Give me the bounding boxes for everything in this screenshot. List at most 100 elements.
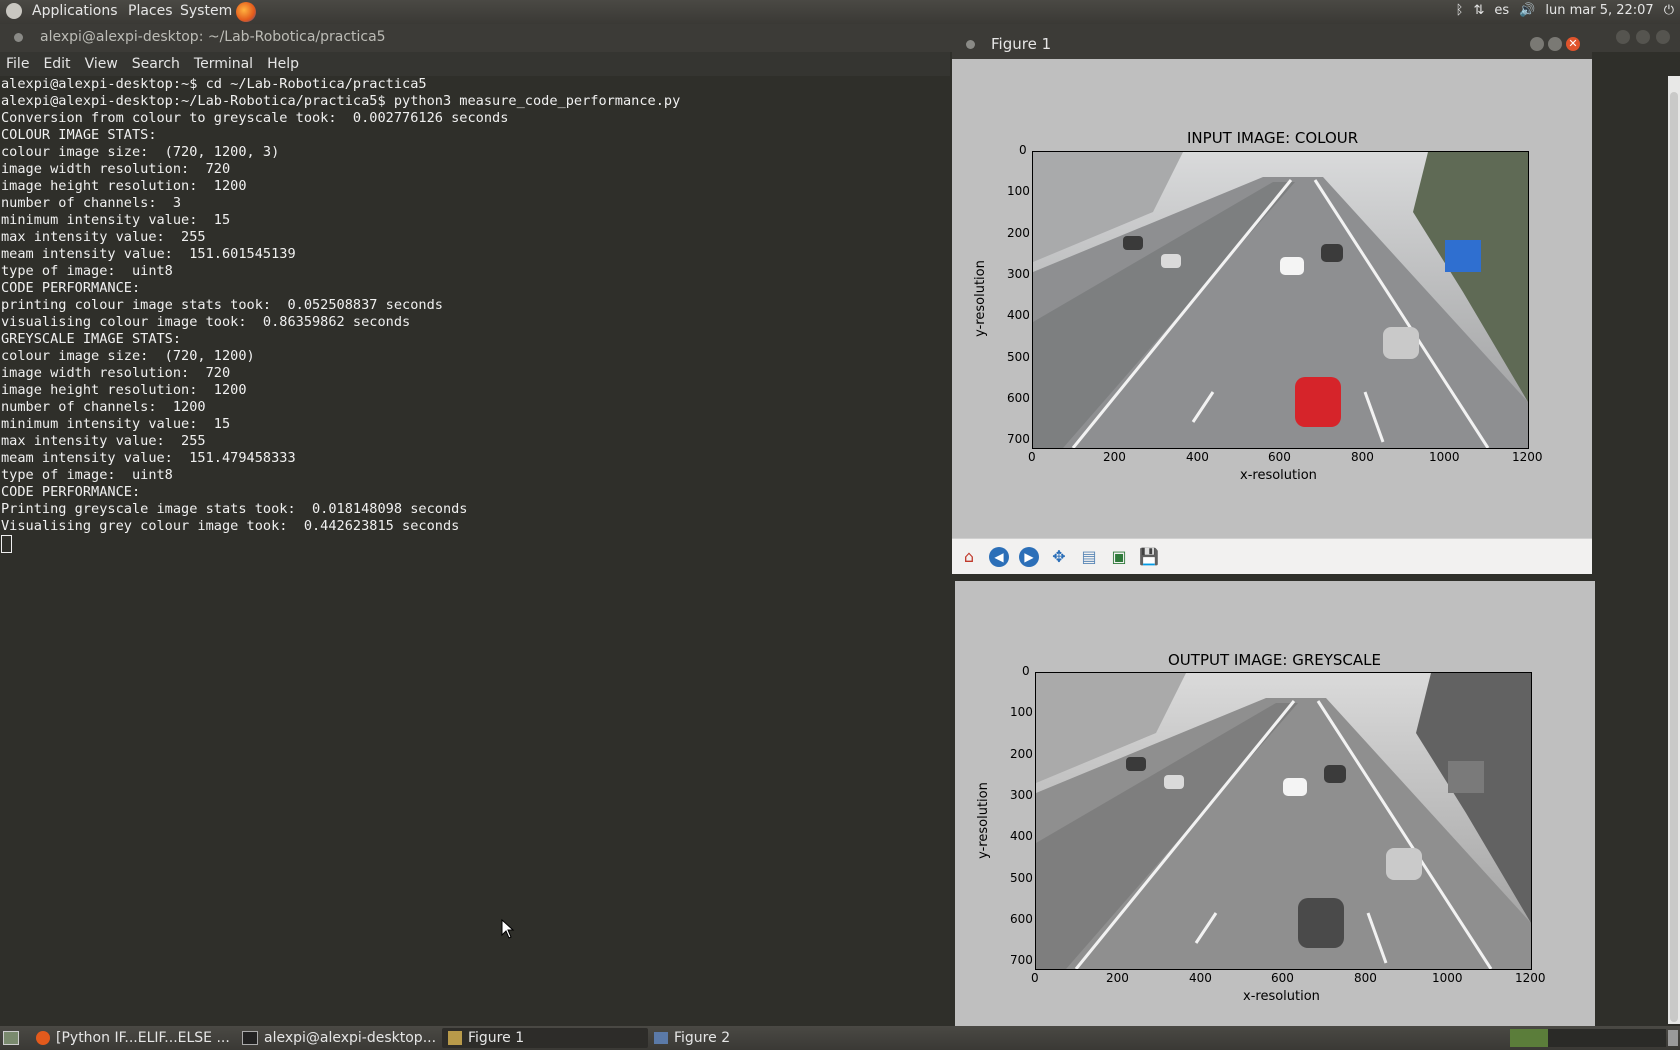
- terminal-scrollbar-thumb[interactable]: [1670, 92, 1678, 1022]
- terminal-menubar: File Edit View Search Terminal Help: [0, 52, 950, 76]
- terminal-minimize-button[interactable]: [1616, 30, 1630, 44]
- y-tick: 400: [1007, 308, 1030, 322]
- terminal-cursor-line: [1, 535, 951, 553]
- x-tick: 1200: [1515, 971, 1546, 985]
- figure1-toolbar: ⌂ ◀ ▶ ✥ ▤ ▣ 💾: [952, 538, 1592, 574]
- menu-terminal[interactable]: Terminal: [194, 56, 253, 72]
- taskbar-item-firefox[interactable]: [Python IF...ELIF...ELSE ...: [30, 1028, 236, 1048]
- terminal-line: GREYSCALE IMAGE STATS:: [1, 331, 182, 347]
- terminal-line: image width resolution: 720: [1, 161, 231, 177]
- taskbar-item-label: Figure 2: [674, 1030, 731, 1046]
- mouse-pointer-icon: [501, 919, 515, 939]
- terminal-line: Visualising grey colour image took: 0.44…: [1, 518, 460, 534]
- terminal-line: alexpi@alexpi-desktop:~$ cd ~/Lab-Roboti…: [1, 76, 427, 92]
- figure1-ylabel: y-resolution: [972, 260, 988, 337]
- terminal-line: image height resolution: 1200: [1, 382, 247, 398]
- figure2-canvas[interactable]: OUTPUT IMAGE: GREYSCALE 0 100 200 300 40…: [955, 581, 1595, 1026]
- terminal-line: colour image size: (720, 1200, 3): [1, 144, 280, 160]
- terminal-line: CODE PERFORMANCE:: [1, 484, 141, 500]
- y-tick: 100: [1007, 184, 1030, 198]
- back-icon[interactable]: ◀: [986, 544, 1012, 570]
- network-icon[interactable]: ⇅: [1473, 3, 1484, 18]
- taskbar-item-figure2[interactable]: Figure 2: [648, 1028, 854, 1048]
- taskbar-item-label: alexpi@alexpi-desktop...: [264, 1030, 437, 1046]
- terminal-line: colour image size: (720, 1200): [1, 348, 255, 364]
- bluetooth-icon[interactable]: ᛒ: [1456, 3, 1464, 18]
- pan-icon[interactable]: ✥: [1046, 544, 1072, 570]
- text-cursor: [1, 535, 12, 553]
- x-tick: 1200: [1512, 450, 1543, 464]
- terminal-line: visualising colour image took: 0.8635986…: [1, 314, 411, 330]
- taskbar-item-terminal[interactable]: alexpi@alexpi-desktop...: [236, 1028, 442, 1048]
- ubuntu-logo-icon[interactable]: [6, 3, 22, 19]
- figure1-canvas[interactable]: INPUT IMAGE: COLOUR 0 100 200 300 400 50…: [952, 59, 1592, 538]
- terminal-line: alexpi@alexpi-desktop:~/Lab-Robotica/pra…: [1, 93, 681, 109]
- terminal-line: image height resolution: 1200: [1, 178, 247, 194]
- applications-menu[interactable]: Applications: [32, 3, 118, 19]
- menu-search[interactable]: Search: [132, 56, 180, 72]
- firefox-icon[interactable]: [236, 2, 256, 22]
- y-tick: 400: [1010, 829, 1033, 843]
- configure-subplots-icon[interactable]: ▤: [1076, 544, 1102, 570]
- terminal-output[interactable]: alexpi@alexpi-desktop:~$ cd ~/Lab-Roboti…: [0, 76, 951, 1024]
- workspace-switcher[interactable]: [1510, 1029, 1666, 1047]
- show-desktop-icon[interactable]: [3, 1031, 19, 1045]
- keyboard-layout-indicator[interactable]: es: [1494, 3, 1509, 18]
- terminal-line: meam intensity value: 151.479458333: [1, 450, 296, 466]
- window-menu-icon[interactable]: [14, 33, 23, 42]
- figure1-titlebar[interactable]: Figure 1 ✕: [952, 30, 1592, 59]
- terminal-line: meam intensity value: 151.601545139: [1, 246, 296, 262]
- window-menu-icon[interactable]: [966, 40, 975, 49]
- save-icon[interactable]: 💾: [1136, 544, 1162, 570]
- x-tick: 600: [1271, 971, 1294, 985]
- terminal-line: type of image: uint8: [1, 263, 173, 279]
- forward-icon[interactable]: ▶: [1016, 544, 1042, 570]
- terminal-line: Conversion from colour to greyscale took…: [1, 110, 509, 126]
- y-tick: 600: [1010, 912, 1033, 926]
- colour-road-image: [1032, 151, 1529, 449]
- x-tick: 200: [1103, 450, 1126, 464]
- trash-icon[interactable]: [1668, 1030, 1678, 1046]
- clock[interactable]: lun mar 5, 22:07: [1545, 3, 1653, 18]
- x-tick: 400: [1189, 971, 1212, 985]
- x-tick: 1000: [1432, 971, 1463, 985]
- x-tick: 0: [1028, 450, 1036, 464]
- figure2-plot-title: OUTPUT IMAGE: GREYSCALE: [1168, 651, 1381, 669]
- terminal-line: type of image: uint8: [1, 467, 173, 483]
- x-tick: 400: [1186, 450, 1209, 464]
- top-panel: Applications Places System ᛒ ⇅ es 🔊 lun …: [0, 0, 1680, 24]
- terminal-icon: [242, 1031, 258, 1045]
- edit-axis-icon[interactable]: ▣: [1106, 544, 1132, 570]
- menu-view[interactable]: View: [85, 56, 118, 72]
- workspace-1[interactable]: [1510, 1029, 1548, 1047]
- terminal-line: max intensity value: 255: [1, 433, 206, 449]
- firefox-icon: [36, 1031, 50, 1045]
- taskbar-item-label: [Python IF...ELIF...ELSE ...: [56, 1030, 230, 1046]
- y-tick: 200: [1007, 226, 1030, 240]
- home-icon[interactable]: ⌂: [956, 544, 982, 570]
- terminal-line: printing colour image stats took: 0.0525…: [1, 297, 443, 313]
- terminal-line: minimum intensity value: 15: [1, 416, 231, 432]
- bottom-taskbar: [Python IF...ELIF...ELSE ... alexpi@alex…: [0, 1026, 1680, 1050]
- terminal-maximize-button[interactable]: [1636, 30, 1650, 44]
- greyscale-road-image: [1035, 672, 1532, 970]
- terminal-line: max intensity value: 255: [1, 229, 206, 245]
- x-tick: 800: [1354, 971, 1377, 985]
- terminal-close-button[interactable]: [1656, 30, 1670, 44]
- figure1-minimize-button[interactable]: [1530, 37, 1544, 51]
- taskbar-item-figure1[interactable]: Figure 1: [442, 1028, 648, 1048]
- y-tick: 700: [1007, 432, 1030, 446]
- menu-edit[interactable]: Edit: [43, 56, 70, 72]
- y-tick: 500: [1007, 350, 1030, 364]
- figure1-title: Figure 1: [991, 35, 1052, 53]
- places-menu[interactable]: Places: [128, 3, 173, 19]
- menu-help[interactable]: Help: [267, 56, 299, 72]
- window-icon: [654, 1032, 668, 1044]
- figure1-plot-title: INPUT IMAGE: COLOUR: [1187, 129, 1359, 147]
- volume-icon[interactable]: 🔊: [1519, 3, 1535, 18]
- figure1-close-button[interactable]: ✕: [1566, 37, 1580, 51]
- figure1-maximize-button[interactable]: [1548, 37, 1562, 51]
- system-menu[interactable]: System: [180, 3, 232, 19]
- menu-file[interactable]: File: [6, 56, 29, 72]
- power-icon[interactable]: ⏻: [1664, 3, 1674, 18]
